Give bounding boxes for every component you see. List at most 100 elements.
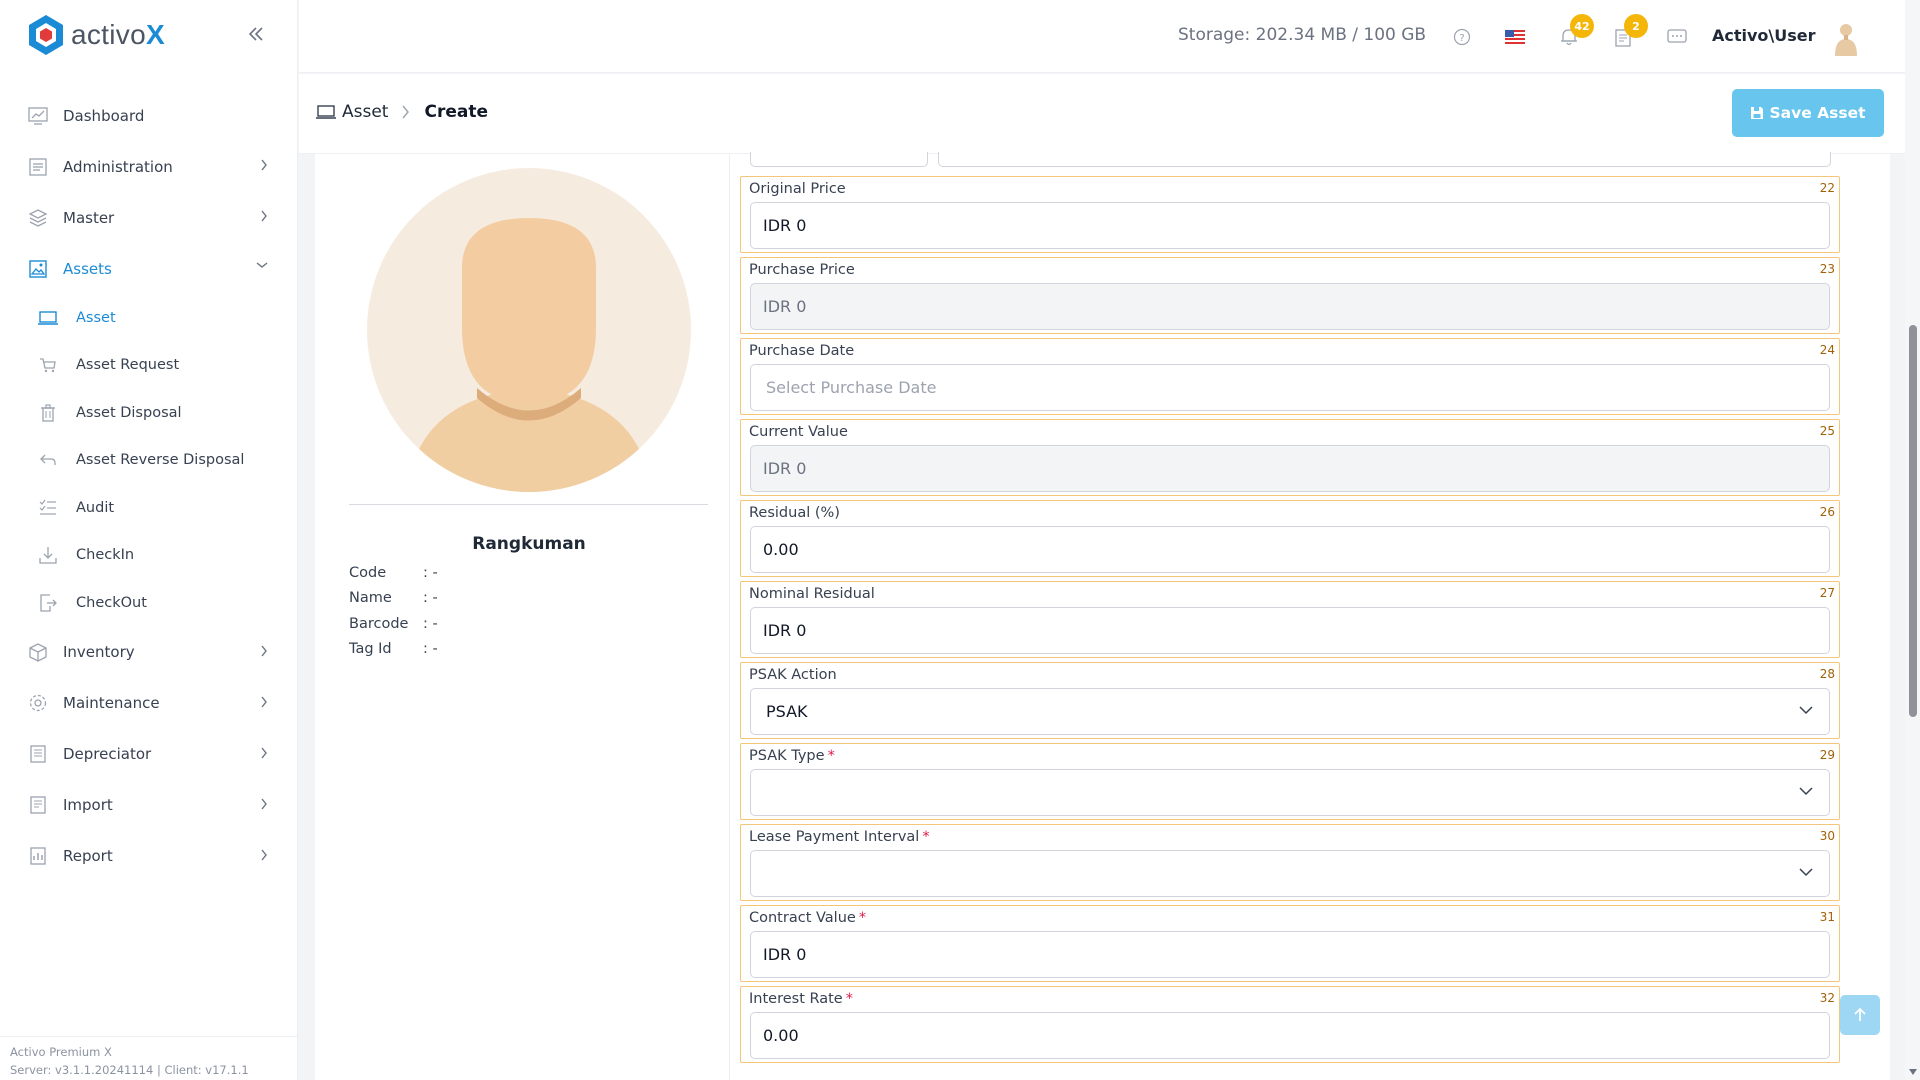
double-chevron-left-icon bbox=[248, 27, 263, 41]
notifications-button[interactable]: 42 bbox=[1556, 14, 1594, 50]
nominal-residual-input[interactable]: IDR 0 bbox=[750, 607, 1830, 654]
sidebar-subitem-asset-request[interactable]: Asset Request bbox=[0, 342, 298, 390]
field-label: Current Value bbox=[749, 424, 848, 440]
scrollbar-thumb[interactable] bbox=[1909, 325, 1917, 717]
sidebar-subitem-asset-disposal[interactable]: Asset Disposal bbox=[0, 389, 298, 437]
summary-row: Tag Id: - bbox=[349, 637, 463, 663]
sidebar-item-label: Report bbox=[63, 847, 113, 865]
previous-field-input[interactable] bbox=[938, 152, 1831, 167]
sidebar-item-assets[interactable]: Assets bbox=[0, 243, 298, 294]
sidebar-subitem-asset[interactable]: Asset bbox=[0, 294, 298, 342]
laptop-icon bbox=[316, 105, 336, 119]
sidebar-item-report[interactable]: Report bbox=[0, 831, 298, 882]
sidebar-item-label: Inventory bbox=[63, 643, 135, 661]
selected-value: PSAK bbox=[766, 702, 808, 721]
logo-text: activoX bbox=[71, 19, 165, 50]
field-original-price: Original Price 22 IDR 0 bbox=[740, 176, 1840, 253]
field-label: Original Price bbox=[749, 181, 846, 197]
field-number: 23 bbox=[1819, 262, 1835, 276]
logo[interactable]: activoX bbox=[27, 14, 165, 56]
import-icon bbox=[27, 794, 49, 816]
chevron-down-icon bbox=[1799, 868, 1813, 877]
summary-value: : - bbox=[423, 564, 438, 581]
residual-percent-input[interactable]: 0.00 bbox=[750, 526, 1830, 573]
chevron-right-icon bbox=[261, 696, 267, 707]
messages-button[interactable] bbox=[1664, 24, 1690, 50]
field-current-value: Current Value 25 IDR 0 bbox=[740, 419, 1840, 496]
sidebar-item-inventory[interactable]: Inventory bbox=[0, 627, 298, 678]
download-icon bbox=[38, 545, 58, 565]
field-psak-type: PSAK Type * 29 bbox=[740, 743, 1840, 820]
sidebar-item-label: Maintenance bbox=[63, 694, 160, 712]
field-number: 29 bbox=[1819, 748, 1835, 762]
field-number: 28 bbox=[1819, 667, 1835, 681]
summary-key: Name bbox=[349, 590, 392, 607]
save-asset-label: Save Asset bbox=[1769, 104, 1866, 122]
chart-icon bbox=[27, 105, 49, 127]
tasks-button[interactable]: 2 bbox=[1610, 14, 1648, 50]
field-number: 25 bbox=[1819, 424, 1835, 438]
sidebar-subitem-label: Asset Request bbox=[76, 357, 180, 374]
breadcrumb-asset-link[interactable]: Asset bbox=[342, 102, 388, 122]
task-count-badge: 2 bbox=[1624, 14, 1648, 38]
laptop-icon bbox=[38, 308, 58, 328]
purchase-price-input[interactable]: IDR 0 bbox=[750, 283, 1830, 330]
interest-rate-input[interactable]: 0.00 bbox=[750, 1012, 1830, 1059]
sidebar-nav: Dashboard Administration Master Assets A… bbox=[0, 90, 298, 882]
user-avatar-icon[interactable] bbox=[1826, 18, 1866, 58]
previous-field-input[interactable] bbox=[750, 152, 928, 167]
layers-icon bbox=[27, 207, 49, 229]
scroll-down-arrow-icon[interactable] bbox=[1908, 1068, 1918, 1076]
psak-action-select[interactable]: PSAK bbox=[750, 688, 1830, 735]
field-label: PSAK Type * bbox=[749, 748, 835, 764]
sidebar-subitem-audit[interactable]: Audit bbox=[0, 484, 298, 532]
sidebar-subitem-checkin[interactable]: CheckIn bbox=[0, 532, 298, 580]
contract-value-input[interactable]: IDR 0 bbox=[750, 931, 1830, 978]
person-placeholder-icon bbox=[407, 218, 651, 492]
sidebar-item-dashboard[interactable]: Dashboard bbox=[0, 90, 298, 141]
lease-payment-interval-select[interactable] bbox=[750, 850, 1830, 897]
sidebar-subitem-checkout[interactable]: CheckOut bbox=[0, 579, 298, 627]
field-psak-action: PSAK Action 28 PSAK bbox=[740, 662, 1840, 739]
original-price-input[interactable]: IDR 0 bbox=[750, 202, 1830, 249]
sidebar-item-import[interactable]: Import bbox=[0, 780, 298, 831]
sidebar-item-administration[interactable]: Administration bbox=[0, 141, 298, 192]
language-selector[interactable] bbox=[1502, 24, 1528, 50]
user-name[interactable]: Activo\User bbox=[1712, 26, 1816, 45]
arrow-up-icon bbox=[1854, 1007, 1866, 1021]
field-label: Purchase Date bbox=[749, 343, 855, 359]
report-icon bbox=[27, 845, 49, 867]
asset-photo[interactable] bbox=[367, 168, 691, 492]
field-number: 26 bbox=[1819, 505, 1835, 519]
page-scrollbar[interactable] bbox=[1905, 0, 1920, 1080]
trash-icon bbox=[38, 403, 58, 423]
save-asset-button[interactable]: Save Asset bbox=[1732, 89, 1884, 137]
collapse-sidebar-button[interactable] bbox=[246, 24, 266, 44]
psak-type-select[interactable] bbox=[750, 769, 1830, 816]
field-contract-value: Contract Value * 31 IDR 0 bbox=[740, 905, 1840, 982]
us-flag-icon bbox=[1505, 30, 1525, 44]
current-value-input[interactable]: IDR 0 bbox=[750, 445, 1830, 492]
sidebar-subitem-label: CheckIn bbox=[76, 547, 135, 564]
sidebar-subitem-label: Asset bbox=[76, 309, 116, 326]
scroll-to-top-button[interactable] bbox=[1840, 995, 1880, 1035]
field-residual: Residual (%) 26 0.00 bbox=[740, 500, 1840, 577]
field-number: 24 bbox=[1819, 343, 1835, 357]
version-text: Server: v3.1.1.20241114 | Client: v17.1.… bbox=[10, 1063, 249, 1077]
sidebar-item-master[interactable]: Master bbox=[0, 192, 298, 243]
sidebar-item-label: Master bbox=[63, 208, 115, 227]
summary-value: : - bbox=[423, 641, 438, 658]
sidebar-item-maintenance[interactable]: Maintenance bbox=[0, 678, 298, 729]
storage-usage: Storage: 202.34 MB / 100 GB bbox=[1178, 25, 1427, 45]
field-label: Nominal Residual bbox=[749, 586, 875, 602]
building-icon bbox=[27, 743, 49, 765]
summary-divider bbox=[349, 504, 708, 505]
help-button[interactable]: ? bbox=[1449, 24, 1475, 50]
purchase-date-picker[interactable]: Select Purchase Date bbox=[750, 364, 1830, 411]
sidebar-subitem-asset-reverse-disposal[interactable]: Asset Reverse Disposal bbox=[0, 437, 298, 485]
help-icon: ? bbox=[1453, 28, 1471, 46]
summary-list: Code: - Name: - Barcode: - Tag Id: - bbox=[349, 560, 463, 662]
sidebar-item-depreciator[interactable]: Depreciator bbox=[0, 729, 298, 780]
field-label: Contract Value * bbox=[749, 910, 867, 926]
breadcrumb: Asset Create bbox=[316, 102, 488, 122]
